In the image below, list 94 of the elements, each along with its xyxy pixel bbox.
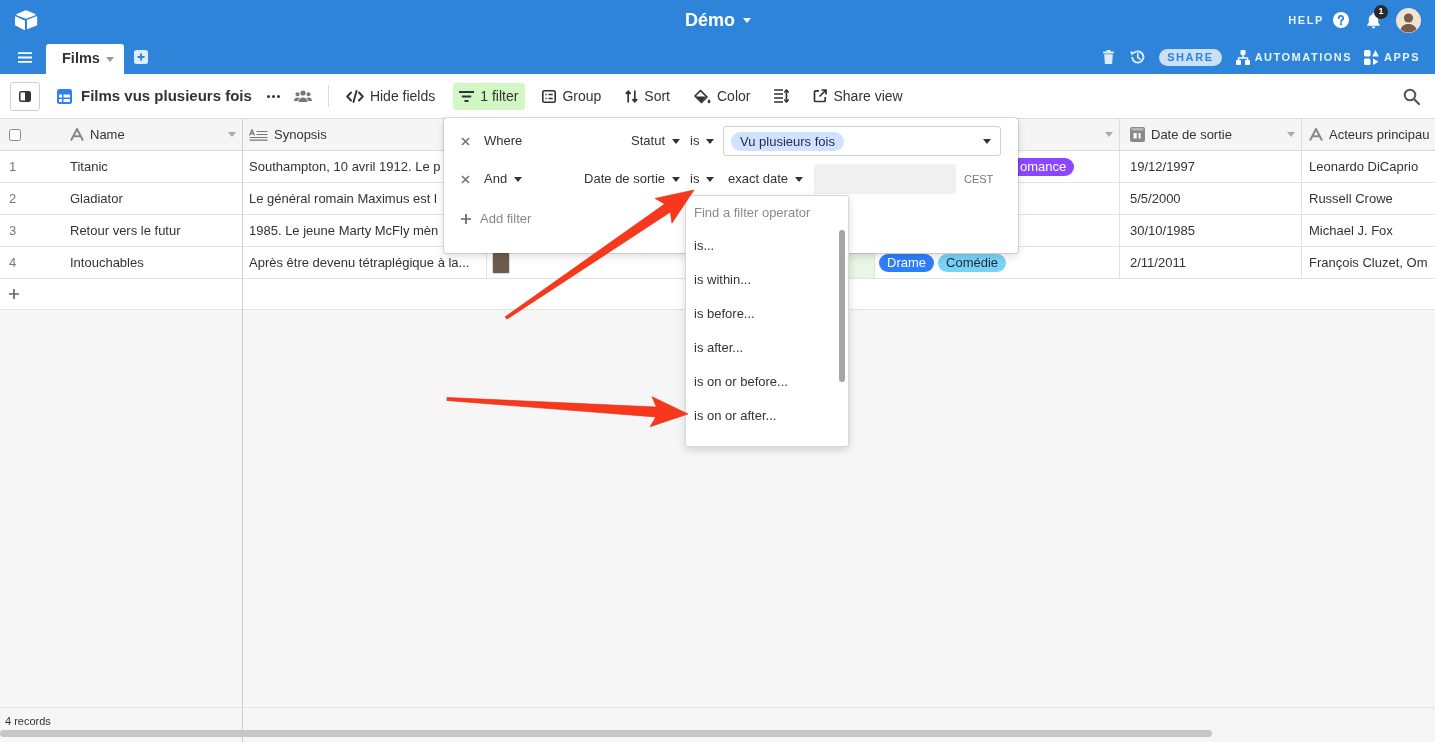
value-field[interactable]: Vu plusieurs fois: [723, 126, 1001, 156]
menu-icon[interactable]: [18, 51, 32, 63]
column-name: Acteurs principau: [1329, 125, 1430, 144]
close-icon[interactable]: [461, 136, 470, 146]
caret-icon[interactable]: [706, 176, 715, 182]
date-mode-dropdown[interactable]: exact date: [728, 169, 803, 189]
table-cell: Russell Crowe: [1302, 183, 1435, 214]
table-cell-text: Intouchables: [69, 253, 145, 272]
sort-button[interactable]: Sort: [619, 82, 677, 110]
menu-option[interactable]: is on or after...: [686, 399, 836, 433]
operator-dropdown[interactable]: is: [690, 169, 715, 189]
menu-option[interactable]: is after...: [686, 331, 836, 365]
field-dropdown[interactable]: Statut: [631, 131, 680, 151]
view-name[interactable]: Films vus plusieurs fois: [81, 84, 252, 108]
menu-option[interactable]: is on or before...: [686, 365, 836, 399]
menu-option[interactable]: is within...: [686, 263, 836, 297]
tag: Comédie: [938, 253, 1007, 272]
table-cell: Michael J. Fox: [1302, 215, 1435, 246]
tag: Drame: [879, 253, 934, 272]
table-cell: Leonardo DiCaprio: [1302, 151, 1435, 182]
share-view-button[interactable]: Share view: [807, 82, 910, 110]
filter-icon: [459, 90, 475, 102]
row-number: 2: [8, 189, 18, 208]
conjunction-label: Where: [484, 132, 523, 151]
filter-button[interactable]: 1 filter: [453, 82, 526, 110]
base-title[interactable]: Démo: [685, 11, 735, 29]
record-count: 4 records: [5, 715, 51, 727]
search-icon[interactable]: [1403, 87, 1420, 105]
table-cell-text: Retour vers le futur: [69, 221, 182, 240]
list-icon: [542, 89, 557, 103]
scrollbar-thumb[interactable]: [0, 730, 1212, 737]
tag: omance: [1018, 157, 1075, 176]
automations-button[interactable]: AUTOMATIONS: [1235, 48, 1353, 66]
text-field-icon: [1309, 128, 1323, 141]
help-icon[interactable]: [1333, 12, 1349, 28]
choice-tag: Vu plusieurs fois: [731, 131, 844, 151]
column-name: Date de sortie: [1151, 125, 1232, 144]
plus-icon: [461, 214, 471, 224]
table-cell: François Cluzet, Om: [1302, 247, 1435, 278]
caret-icon[interactable]: [706, 138, 715, 144]
more-icon[interactable]: [266, 94, 280, 98]
flowchart-icon: [1235, 49, 1250, 65]
row-height-icon: [774, 89, 790, 103]
paint-bucket-icon: [694, 88, 711, 104]
close-icon[interactable]: [461, 174, 470, 184]
search-field[interactable]: Find a filter operator: [686, 196, 848, 229]
table-cell: 30/10/1985: [1120, 215, 1302, 246]
conjunction-dropdown[interactable]: And: [484, 169, 523, 189]
column-name: Name: [90, 125, 125, 144]
grid-view-icon: [57, 88, 72, 104]
color-button[interactable]: Color: [688, 82, 758, 110]
plus-icon[interactable]: [133, 50, 148, 64]
table-cell: 19/12/1997: [1120, 151, 1302, 182]
share-icon: [813, 89, 828, 103]
caret-icon[interactable]: [672, 176, 680, 182]
long-text-icon: [249, 128, 268, 141]
box-logo-icon[interactable]: [15, 10, 38, 30]
photo-placeholder[interactable]: [492, 251, 510, 274]
calendar-icon: [1130, 127, 1145, 142]
sidebar-toggle-button[interactable]: [10, 81, 40, 111]
table-cell-text: Titanic: [69, 157, 109, 176]
field-dropdown[interactable]: Date de sortie: [584, 169, 680, 189]
apps-icon: [1364, 49, 1380, 65]
group-button[interactable]: Group: [536, 82, 609, 110]
code-slash-icon: [345, 89, 364, 103]
people-icon[interactable]: [293, 90, 312, 102]
sidebar-icon: [19, 90, 31, 102]
operator-dropdown[interactable]: is: [690, 131, 715, 151]
date-field[interactable]: [814, 164, 956, 194]
menu-option[interactable]: is...: [686, 229, 836, 263]
menu-option[interactable]: is before...: [686, 297, 836, 331]
sort-icon: [625, 89, 639, 103]
table-cell-text: Gladiator: [69, 189, 124, 208]
row-number: 4: [8, 253, 18, 272]
trash-icon[interactable]: [1103, 50, 1115, 64]
history-icon[interactable]: [1129, 49, 1147, 65]
table-cell: 2/11/2011: [1120, 247, 1302, 278]
timezone-label: CEST: [964, 171, 994, 187]
caret-icon[interactable]: [983, 138, 991, 144]
column-name: Synopsis: [274, 125, 327, 144]
notification-badge: 1: [1374, 4, 1388, 19]
checkbox[interactable]: [9, 128, 21, 141]
caret-icon[interactable]: [514, 176, 523, 182]
caret-icon[interactable]: [795, 176, 803, 182]
caret-icon[interactable]: [672, 138, 680, 144]
row-number: 1: [8, 157, 18, 176]
table-cell: 5/5/2000: [1120, 183, 1302, 214]
row-number: 3: [8, 221, 18, 240]
avatar-icon[interactable]: [1396, 7, 1421, 33]
plus-icon[interactable]: [9, 289, 19, 299]
hide-fields-button[interactable]: Hide fields: [339, 82, 443, 110]
text-field-icon: [70, 128, 84, 141]
table-tab[interactable]: Films: [46, 44, 124, 74]
scrollbar-thumb[interactable]: [839, 230, 845, 382]
